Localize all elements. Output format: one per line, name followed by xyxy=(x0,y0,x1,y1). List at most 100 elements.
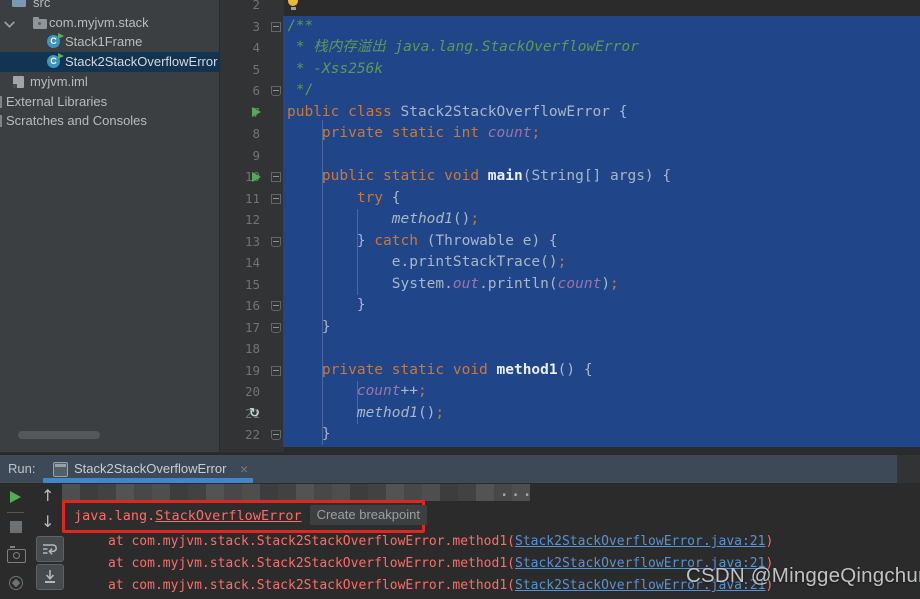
code-editor[interactable]: 2 3 /** 4 * 栈内存溢出 java.lang.StackOverflowEr… xyxy=(219,0,920,452)
source-folder-icon xyxy=(12,0,26,7)
line-number[interactable]: 8 xyxy=(219,123,260,145)
code-line-10[interactable]: 10 public static void main(String[] args… xyxy=(219,166,920,188)
rerun-button[interactable] xyxy=(10,491,21,503)
run-line-icon[interactable] xyxy=(252,171,261,182)
line-number[interactable]: 16 xyxy=(219,295,260,317)
fold-marker[interactable] xyxy=(271,193,281,204)
tree-item-stack1frame[interactable]: C Stack1Frame xyxy=(0,32,219,52)
fold-marker[interactable] xyxy=(271,365,281,376)
scroll-to-end-icon xyxy=(45,570,55,583)
line-number[interactable]: 5 xyxy=(219,59,260,81)
soft-wrap-icon xyxy=(43,544,57,555)
soft-wrap-button[interactable] xyxy=(36,536,64,562)
fold-marker[interactable] xyxy=(271,322,281,333)
fold-marker[interactable] xyxy=(271,430,281,440)
line-number[interactable]: 15 xyxy=(219,274,260,296)
line-number[interactable]: 3 xyxy=(219,16,260,38)
code-text: * -Xss256k xyxy=(287,60,384,77)
tree-item-src[interactable]: src xyxy=(0,0,219,13)
exception-class-link[interactable]: StackOverflowError xyxy=(155,508,301,524)
tree-item-myjvm-iml[interactable]: myjvm.iml xyxy=(0,72,219,92)
stack-frame-text: at com.myjvm.stack.Stack2StackOverflowEr… xyxy=(108,534,515,549)
code-line-16[interactable]: 16 } xyxy=(219,295,920,317)
line-number[interactable]: 20 xyxy=(219,381,260,403)
stack-frame-line: at com.myjvm.stack.Stack2StackOverflowEr… xyxy=(108,575,773,597)
run-line-icon[interactable] xyxy=(252,107,261,117)
code-line-5[interactable]: 5 * -Xss256k xyxy=(219,59,920,81)
code-text: */ xyxy=(287,82,314,98)
redacted-console-region xyxy=(62,484,530,501)
tree-item-label: com.myjvm.stack xyxy=(49,14,149,30)
code-line-7[interactable]: 7 public class Stack2StackOverflowError { xyxy=(219,102,920,124)
tree-item-com-myjvm-stack[interactable]: com.myjvm.stack xyxy=(0,13,219,33)
fold-marker[interactable] xyxy=(271,86,281,96)
code-text: } catch (Throwable e) { xyxy=(287,232,558,249)
code-line-8[interactable]: 8 private static int count; xyxy=(219,123,920,145)
code-line-18[interactable]: 18 xyxy=(219,338,920,360)
code-line-15[interactable]: 15 System.out.println(count); xyxy=(219,274,920,296)
stack-frame-line: at com.myjvm.stack.Stack2StackOverflowEr… xyxy=(108,553,773,575)
down-stack-trace-button[interactable]: ↓ xyxy=(41,514,54,530)
chevron-down-icon[interactable] xyxy=(4,16,15,28)
tree-item-stack2stackoverflowerror[interactable]: C Stack2StackOverflowError xyxy=(0,52,219,73)
code-line-22[interactable]: 22 } xyxy=(219,424,920,446)
code-line-14[interactable]: 14 e.printStackTrace(); xyxy=(219,252,920,274)
line-number[interactable]: 9 xyxy=(219,145,260,167)
fold-marker[interactable] xyxy=(271,21,281,32)
code-line-20[interactable]: 20 count++; xyxy=(219,381,920,403)
code-text: * 栈内存溢出 java.lang.StackOverflowError xyxy=(287,39,639,55)
line-number[interactable]: 6 xyxy=(219,80,260,102)
run-toolwindow-header-corner xyxy=(897,455,920,483)
line-number[interactable]: 18 xyxy=(219,338,260,360)
tree-item-external-libraries[interactable]: External Libraries xyxy=(0,92,219,112)
tree-item-scratches-and-consoles[interactable]: Scratches and Consoles xyxy=(0,111,219,131)
code-text: public static void main(String[] args) { xyxy=(287,168,672,184)
stack-frame-text: at com.myjvm.stack.Stack2StackOverflowEr… xyxy=(108,578,515,593)
csdn-watermark: CSDN @MinggeQingchun xyxy=(686,564,920,587)
code-text: e.printStackTrace(); xyxy=(287,254,567,270)
stop-button[interactable] xyxy=(10,521,22,533)
line-number[interactable]: 13 xyxy=(219,231,260,253)
line-number[interactable]: 2 xyxy=(219,0,260,16)
line-number[interactable]: 12 xyxy=(219,209,260,231)
code-line-4[interactable]: 4 * 栈内存溢出 java.lang.StackOverflowError xyxy=(219,37,920,59)
code-text: private static int count; xyxy=(287,125,541,141)
tree-item-label: src xyxy=(33,0,51,10)
code-line-21[interactable]: 21 ↻ method1(); xyxy=(219,403,920,425)
code-text: count++; xyxy=(287,383,427,399)
create-breakpoint-hint[interactable]: Create breakpoint xyxy=(309,505,427,525)
tree-item-label: Stack1Frame xyxy=(65,34,143,50)
line-number[interactable]: 19 xyxy=(219,360,260,382)
code-text: private static void method1() { xyxy=(287,361,593,378)
line-number[interactable]: 14 xyxy=(219,252,260,274)
code-line-6[interactable]: 6 */ xyxy=(219,80,920,102)
line-number[interactable]: 11 xyxy=(219,188,260,210)
fold-marker[interactable] xyxy=(271,236,281,247)
stack-frame-line: at com.myjvm.stack.Stack2StackOverflowEr… xyxy=(108,531,773,553)
code-line-17[interactable]: 17 } xyxy=(219,317,920,339)
code-line-9[interactable]: 9 xyxy=(219,145,920,167)
line-number[interactable]: 22 xyxy=(219,424,260,446)
code-line-2[interactable]: 2 xyxy=(219,0,920,16)
run-overlay-icon xyxy=(58,33,64,40)
exception-line: java.lang.StackOverflowError Create break… xyxy=(74,505,427,528)
code-line-13[interactable]: 13 } catch (Throwable e) { xyxy=(219,231,920,253)
code-line-3[interactable]: 3 /** xyxy=(219,16,920,38)
stack-frame-link[interactable]: Stack2StackOverflowError.java:21 xyxy=(515,534,765,549)
fold-marker[interactable] xyxy=(271,172,281,182)
code-line-19[interactable]: 19 private static void method1() { xyxy=(219,360,920,382)
code-text: /** xyxy=(287,17,314,34)
intention-bulb-icon[interactable] xyxy=(288,0,298,10)
scroll-to-end-button[interactable] xyxy=(36,564,64,590)
line-number[interactable]: 4 xyxy=(219,37,260,59)
mute-breakpoints-icon-button[interactable] xyxy=(9,576,23,590)
code-text: } xyxy=(287,426,331,442)
project-tree-horizontal-scrollbar[interactable] xyxy=(18,431,100,439)
line-number[interactable]: 17 xyxy=(219,317,260,339)
code-line-11[interactable]: 11 try { xyxy=(219,188,920,210)
up-stack-trace-button[interactable]: ↑ xyxy=(41,488,54,504)
stack-frame-text: at com.myjvm.stack.Stack2StackOverflowEr… xyxy=(108,556,515,571)
fold-marker[interactable] xyxy=(271,301,281,311)
code-line-12[interactable]: 12 method1(); xyxy=(219,209,920,231)
camera-icon-button[interactable] xyxy=(7,545,26,563)
